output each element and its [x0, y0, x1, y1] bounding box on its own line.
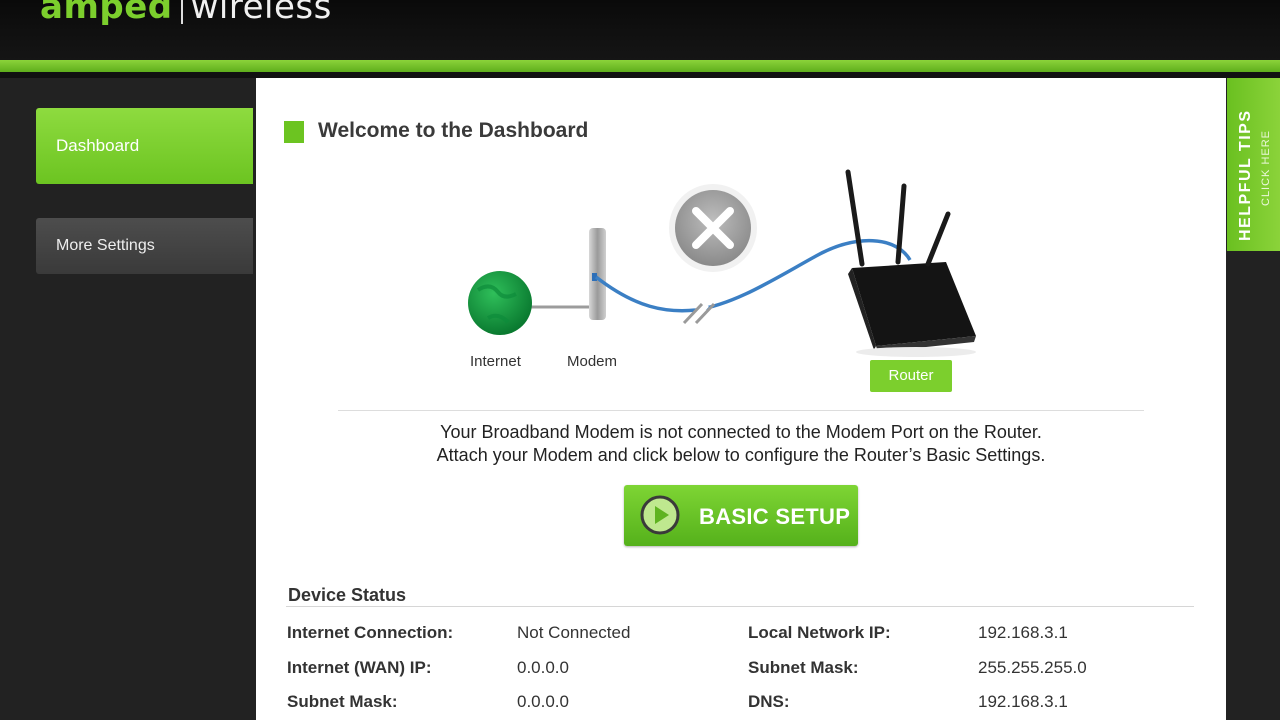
- status-label-internet-connection: Internet Connection:: [287, 623, 454, 642]
- status-label-local-network-ip: Local Network IP:: [748, 623, 891, 642]
- header-bar: amped wireless: [0, 0, 1280, 60]
- section-divider: [338, 410, 1144, 411]
- status-value-wan-ip: 0.0.0.0: [517, 658, 569, 677]
- logo-text-amped: amped: [40, 0, 173, 27]
- device-status-heading: Device Status: [288, 585, 407, 605]
- status-message-line1: Your Broadband Modem is not connected to…: [440, 422, 1042, 442]
- router-label: Router: [870, 360, 952, 392]
- modem-label: Modem: [567, 353, 618, 370]
- helpful-tips-tab[interactable]: HELPFUL TIPS CLICK HERE: [1227, 78, 1280, 251]
- header-accent-stripe: [0, 60, 1280, 72]
- status-label-lan-subnet-mask: Subnet Mask:: [748, 658, 859, 677]
- logo-text-wireless: wireless: [190, 0, 332, 27]
- nav-dashboard[interactable]: Dashboard: [36, 108, 253, 184]
- status-value-internet-connection: Not Connected: [517, 623, 631, 642]
- x-circle-icon: [669, 184, 757, 272]
- basic-setup-label: BASIC SETUP: [699, 504, 851, 529]
- router-device-icon: [845, 169, 976, 357]
- helpful-tips-subtitle: CLICK HERE: [1260, 129, 1272, 206]
- status-message-line2: Attach your Modem and click below to con…: [436, 445, 1046, 465]
- logo-separator: [180, 0, 183, 24]
- nav-more-settings[interactable]: More Settings: [36, 218, 253, 274]
- play-circle-icon: [640, 495, 680, 535]
- amped-wireless-logo[interactable]: amped wireless: [40, 0, 332, 27]
- status-value-dns: 192.168.3.1: [978, 692, 1068, 711]
- main-panel: Welcome to the Dashboard Internet Modem …: [256, 78, 1226, 720]
- internet-label: Internet: [470, 353, 521, 370]
- helpful-tips-title: HELPFUL TIPS: [1237, 109, 1254, 242]
- status-value-local-network-ip: 192.168.3.1: [978, 623, 1068, 642]
- status-value-wan-subnet-mask: 0.0.0.0: [517, 692, 569, 711]
- device-status-divider: [286, 606, 1194, 607]
- basic-setup-button[interactable]: BASIC SETUP: [624, 485, 858, 546]
- status-value-lan-subnet-mask: 255.255.255.0: [978, 658, 1087, 677]
- status-label-wan-subnet-mask: Subnet Mask:: [287, 692, 398, 711]
- internet-globe-icon: [468, 271, 532, 335]
- status-label-dns: DNS:: [748, 692, 790, 711]
- status-label-wan-ip: Internet (WAN) IP:: [287, 658, 432, 677]
- modem-device-icon: [589, 228, 606, 320]
- connection-diagram: [468, 169, 976, 357]
